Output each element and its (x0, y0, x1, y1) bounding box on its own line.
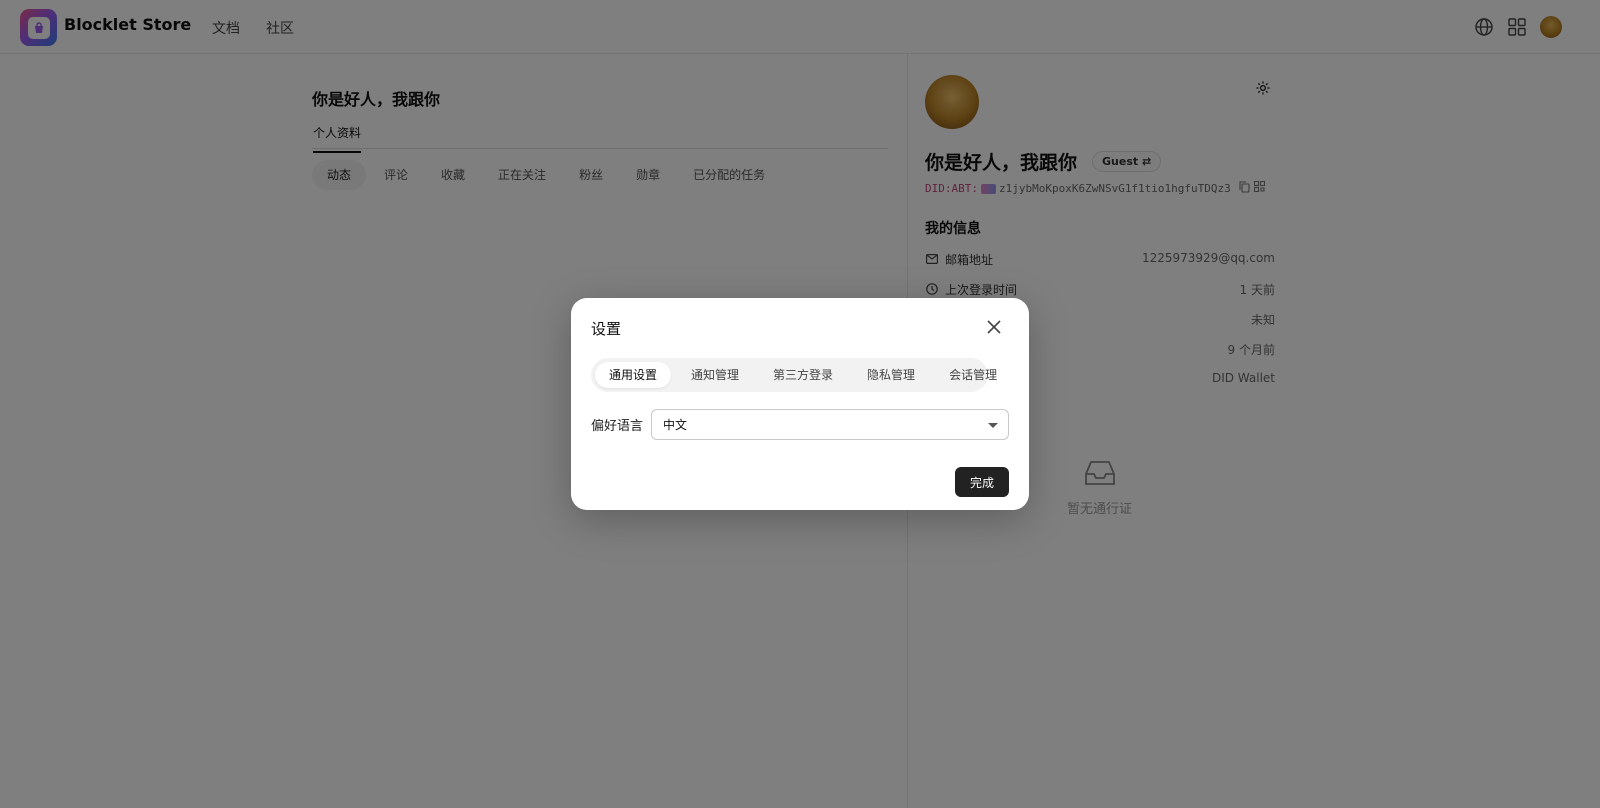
close-icon[interactable] (985, 318, 1003, 336)
dialog-title: 设置 (591, 320, 622, 338)
tab-general-settings[interactable]: 通用设置 (595, 362, 672, 388)
tab-session-management[interactable]: 会话管理 (935, 362, 1011, 388)
tab-notification-management[interactable]: 通知管理 (677, 362, 753, 388)
settings-dialog: 设置 通用设置 通知管理 第三方登录 隐私管理 会话管理 偏好语言 中文 完成 (571, 298, 1029, 510)
done-button[interactable]: 完成 (955, 467, 1009, 497)
language-label: 偏好语言 (591, 419, 644, 434)
caret-down-icon (988, 423, 998, 428)
language-select[interactable]: 中文 (651, 409, 1009, 440)
language-value: 中文 (663, 418, 688, 432)
settings-tabs: 通用设置 通知管理 第三方登录 隐私管理 会话管理 (591, 358, 997, 392)
tab-privacy-management[interactable]: 隐私管理 (853, 362, 929, 388)
tab-third-party-login[interactable]: 第三方登录 (759, 362, 847, 388)
